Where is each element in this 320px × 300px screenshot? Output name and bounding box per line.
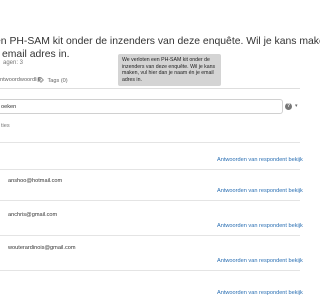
respondent-email: anshoo@hotmail.com [8,178,63,184]
divider [0,235,300,236]
view-respondent-link[interactable]: Antwoorden van respondent bekijk [217,290,303,296]
tab-answers-label: ntwoordwoordlijk [0,77,42,83]
search-input[interactable]: oeken [0,99,283,114]
tab-tags-label: Tags (0) [47,78,68,84]
caret-down-icon[interactable]: ▾ [295,103,298,109]
view-respondent-link[interactable]: Antwoorden van respondent bekijk [217,188,303,194]
search-input-value: oeken [1,104,17,110]
divider [0,169,300,170]
help-icon[interactable]: ? [285,103,292,110]
question-tooltip: We verloten een PH-SAM kit onder de inze… [118,54,221,86]
tab-tags[interactable]: Tags (0) [38,77,68,84]
divider [0,200,300,201]
section-label: ties [1,123,10,129]
respondent-email: anchris@gmail.com [8,212,58,218]
view-respondent-link[interactable]: Antwoorden van respondent bekijk [217,223,303,229]
respondent-email: wouterardinois@gmail.com [8,245,76,251]
divider [0,270,300,271]
tag-icon [38,77,44,83]
question-subheading: agen: 3 [3,60,24,66]
view-respondent-link[interactable]: Antwoorden van respondent bekijk [217,258,303,264]
question-heading-line-1: en PH-SAM kit onder de inzenders van dez… [0,36,320,47]
divider [0,142,300,143]
tab-answers[interactable]: ntwoordwoordlijk [0,77,42,83]
view-respondent-link[interactable]: Antwoorden van respondent bekijk [217,157,303,163]
